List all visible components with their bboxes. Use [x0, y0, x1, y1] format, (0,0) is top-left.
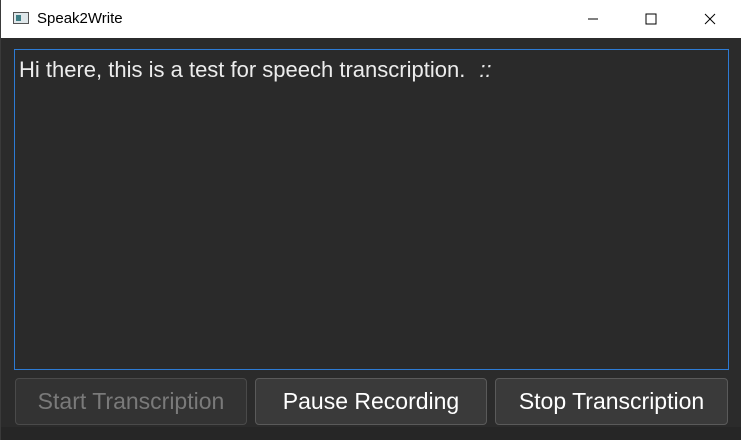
minimize-icon [588, 18, 598, 20]
minimize-button[interactable] [564, 0, 622, 38]
app-icon-pane [16, 15, 21, 21]
stop-transcription-button[interactable]: Stop Transcription [495, 378, 728, 425]
pause-recording-label: Pause Recording [282, 388, 460, 414]
maximize-icon [645, 13, 657, 25]
start-transcription-label: Start Transcription [37, 388, 225, 414]
window-title: Speak2Write [37, 10, 123, 27]
title-bar[interactable]: Speak2Write [1, 0, 741, 38]
app-window: Speak2Write Hi there, this is a test for… [0, 0, 741, 440]
start-transcription-button[interactable]: Start Transcription [15, 378, 247, 425]
transcription-textarea[interactable]: Hi there, this is a test for speech tran… [14, 49, 729, 370]
close-button[interactable] [681, 0, 739, 38]
app-window-icon [13, 12, 29, 24]
window-bottom-edge [1, 427, 741, 440]
transcription-text: Hi there, this is a test for speech tran… [19, 57, 466, 82]
listening-indicator: :: [479, 57, 492, 82]
close-icon [704, 13, 716, 25]
maximize-button[interactable] [622, 0, 680, 38]
pause-recording-button[interactable]: Pause Recording [255, 378, 487, 425]
stop-transcription-label: Stop Transcription [518, 388, 705, 414]
main-content: Hi there, this is a test for speech tran… [1, 38, 741, 440]
